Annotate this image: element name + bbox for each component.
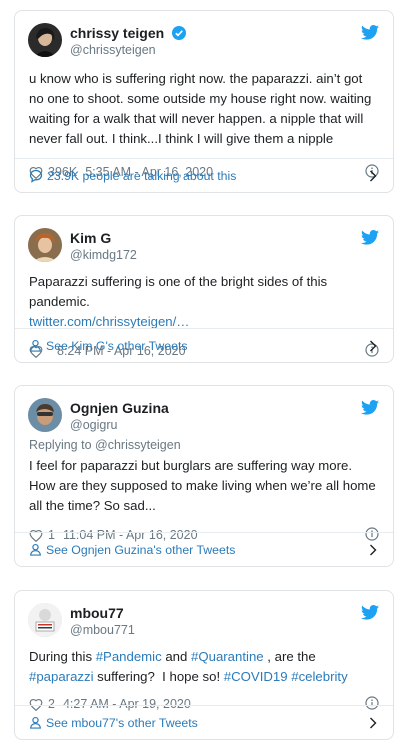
twitter-bird-icon[interactable] — [361, 605, 379, 620]
tweet-card: mbou77 @mbou771 During this #Pandemic an… — [14, 590, 394, 740]
tweet-card: Ognjen Guzina @ogigru Replying to @chris… — [14, 385, 394, 567]
person-icon — [29, 543, 42, 556]
twitter-bird-icon[interactable] — [361, 400, 379, 415]
quoted-tweet-link[interactable]: twitter.com/chrissyteigen/… — [29, 314, 190, 329]
speech-bubble-icon — [29, 169, 43, 183]
tweet-text-body: Paparazzi suffering is one of the bright… — [29, 274, 328, 309]
other-tweets-link[interactable]: See mbou77's other Tweets — [15, 705, 393, 739]
text-part: suffering? I hope so! — [93, 669, 224, 684]
chevron-right-icon[interactable] — [369, 717, 377, 729]
verified-badge-icon — [172, 26, 187, 40]
author-name[interactable]: Ognjen Guzina — [70, 400, 169, 416]
hashtag-link[interactable]: #Pandemic — [96, 649, 162, 664]
conversation-link[interactable]: 23.9K people are talking about this — [15, 158, 393, 192]
tweet-card: chrissy teigen @chrissyteigen u know who… — [14, 10, 394, 193]
hashtag-link[interactable]: #paparazzi — [29, 669, 94, 684]
author-name[interactable]: chrissy teigen — [70, 25, 187, 41]
tweet-card: Kim G @kimdg172 Paparazzi suffering is o… — [14, 215, 394, 363]
tweet-header: Kim G @kimdg172 — [15, 216, 393, 270]
tweet-text: u know who is suffering right now. the p… — [29, 71, 372, 146]
avatar[interactable] — [28, 603, 62, 637]
other-tweets-link[interactable]: See Kim G's other Tweets — [15, 328, 393, 362]
text-part: , are the — [263, 649, 316, 664]
person-icon — [29, 716, 42, 729]
avatar[interactable] — [28, 23, 62, 57]
other-tweets-link[interactable]: See Ognjen Guzina's other Tweets — [15, 532, 393, 566]
author-handle[interactable]: @chrissyteigen — [70, 43, 156, 57]
tweet-text: I feel for paparazzi but burglars are su… — [29, 458, 376, 513]
tweet-header: Ognjen Guzina @ogigru — [15, 386, 393, 440]
hashtag-link[interactable]: #Quarantine — [191, 649, 264, 664]
author-name-text[interactable]: chrissy teigen — [70, 25, 164, 41]
tweet-text: During this #Pandemic and #Quarantine , … — [15, 645, 393, 687]
hashtag-link[interactable]: #COVID19 — [224, 669, 288, 684]
author-name[interactable]: Kim G — [70, 230, 111, 246]
twitter-bird-icon[interactable] — [361, 25, 379, 40]
tweet-text: Paparazzi suffering is one of the bright… — [15, 270, 393, 332]
person-icon — [29, 339, 42, 352]
hashtag-link[interactable]: #celebrity — [291, 669, 347, 684]
conversation-count[interactable]: 23.9K people are talking about this — [47, 169, 236, 183]
tweet-header: chrissy teigen @chrissyteigen — [15, 11, 393, 65]
chevron-right-icon[interactable] — [369, 170, 377, 182]
other-tweets-label[interactable]: See mbou77's other Tweets — [46, 716, 198, 730]
chevron-right-icon[interactable] — [369, 544, 377, 556]
avatar[interactable] — [28, 398, 62, 432]
author-handle[interactable]: @ogigru — [70, 418, 117, 432]
tweet-header: mbou77 @mbou771 — [15, 591, 393, 645]
author-name[interactable]: mbou77 — [70, 605, 124, 621]
chevron-right-icon[interactable] — [369, 340, 377, 352]
text-part: and — [161, 649, 192, 664]
text-part: During this — [29, 649, 96, 664]
other-tweets-label[interactable]: See Kim G's other Tweets — [46, 339, 188, 353]
avatar[interactable] — [28, 228, 62, 262]
other-tweets-label[interactable]: See Ognjen Guzina's other Tweets — [46, 543, 235, 557]
reply-context[interactable]: Replying to @chrissyteigen — [15, 438, 393, 452]
author-handle[interactable]: @mbou771 — [70, 623, 135, 637]
author-handle[interactable]: @kimdg172 — [70, 248, 137, 262]
twitter-bird-icon[interactable] — [361, 230, 379, 245]
